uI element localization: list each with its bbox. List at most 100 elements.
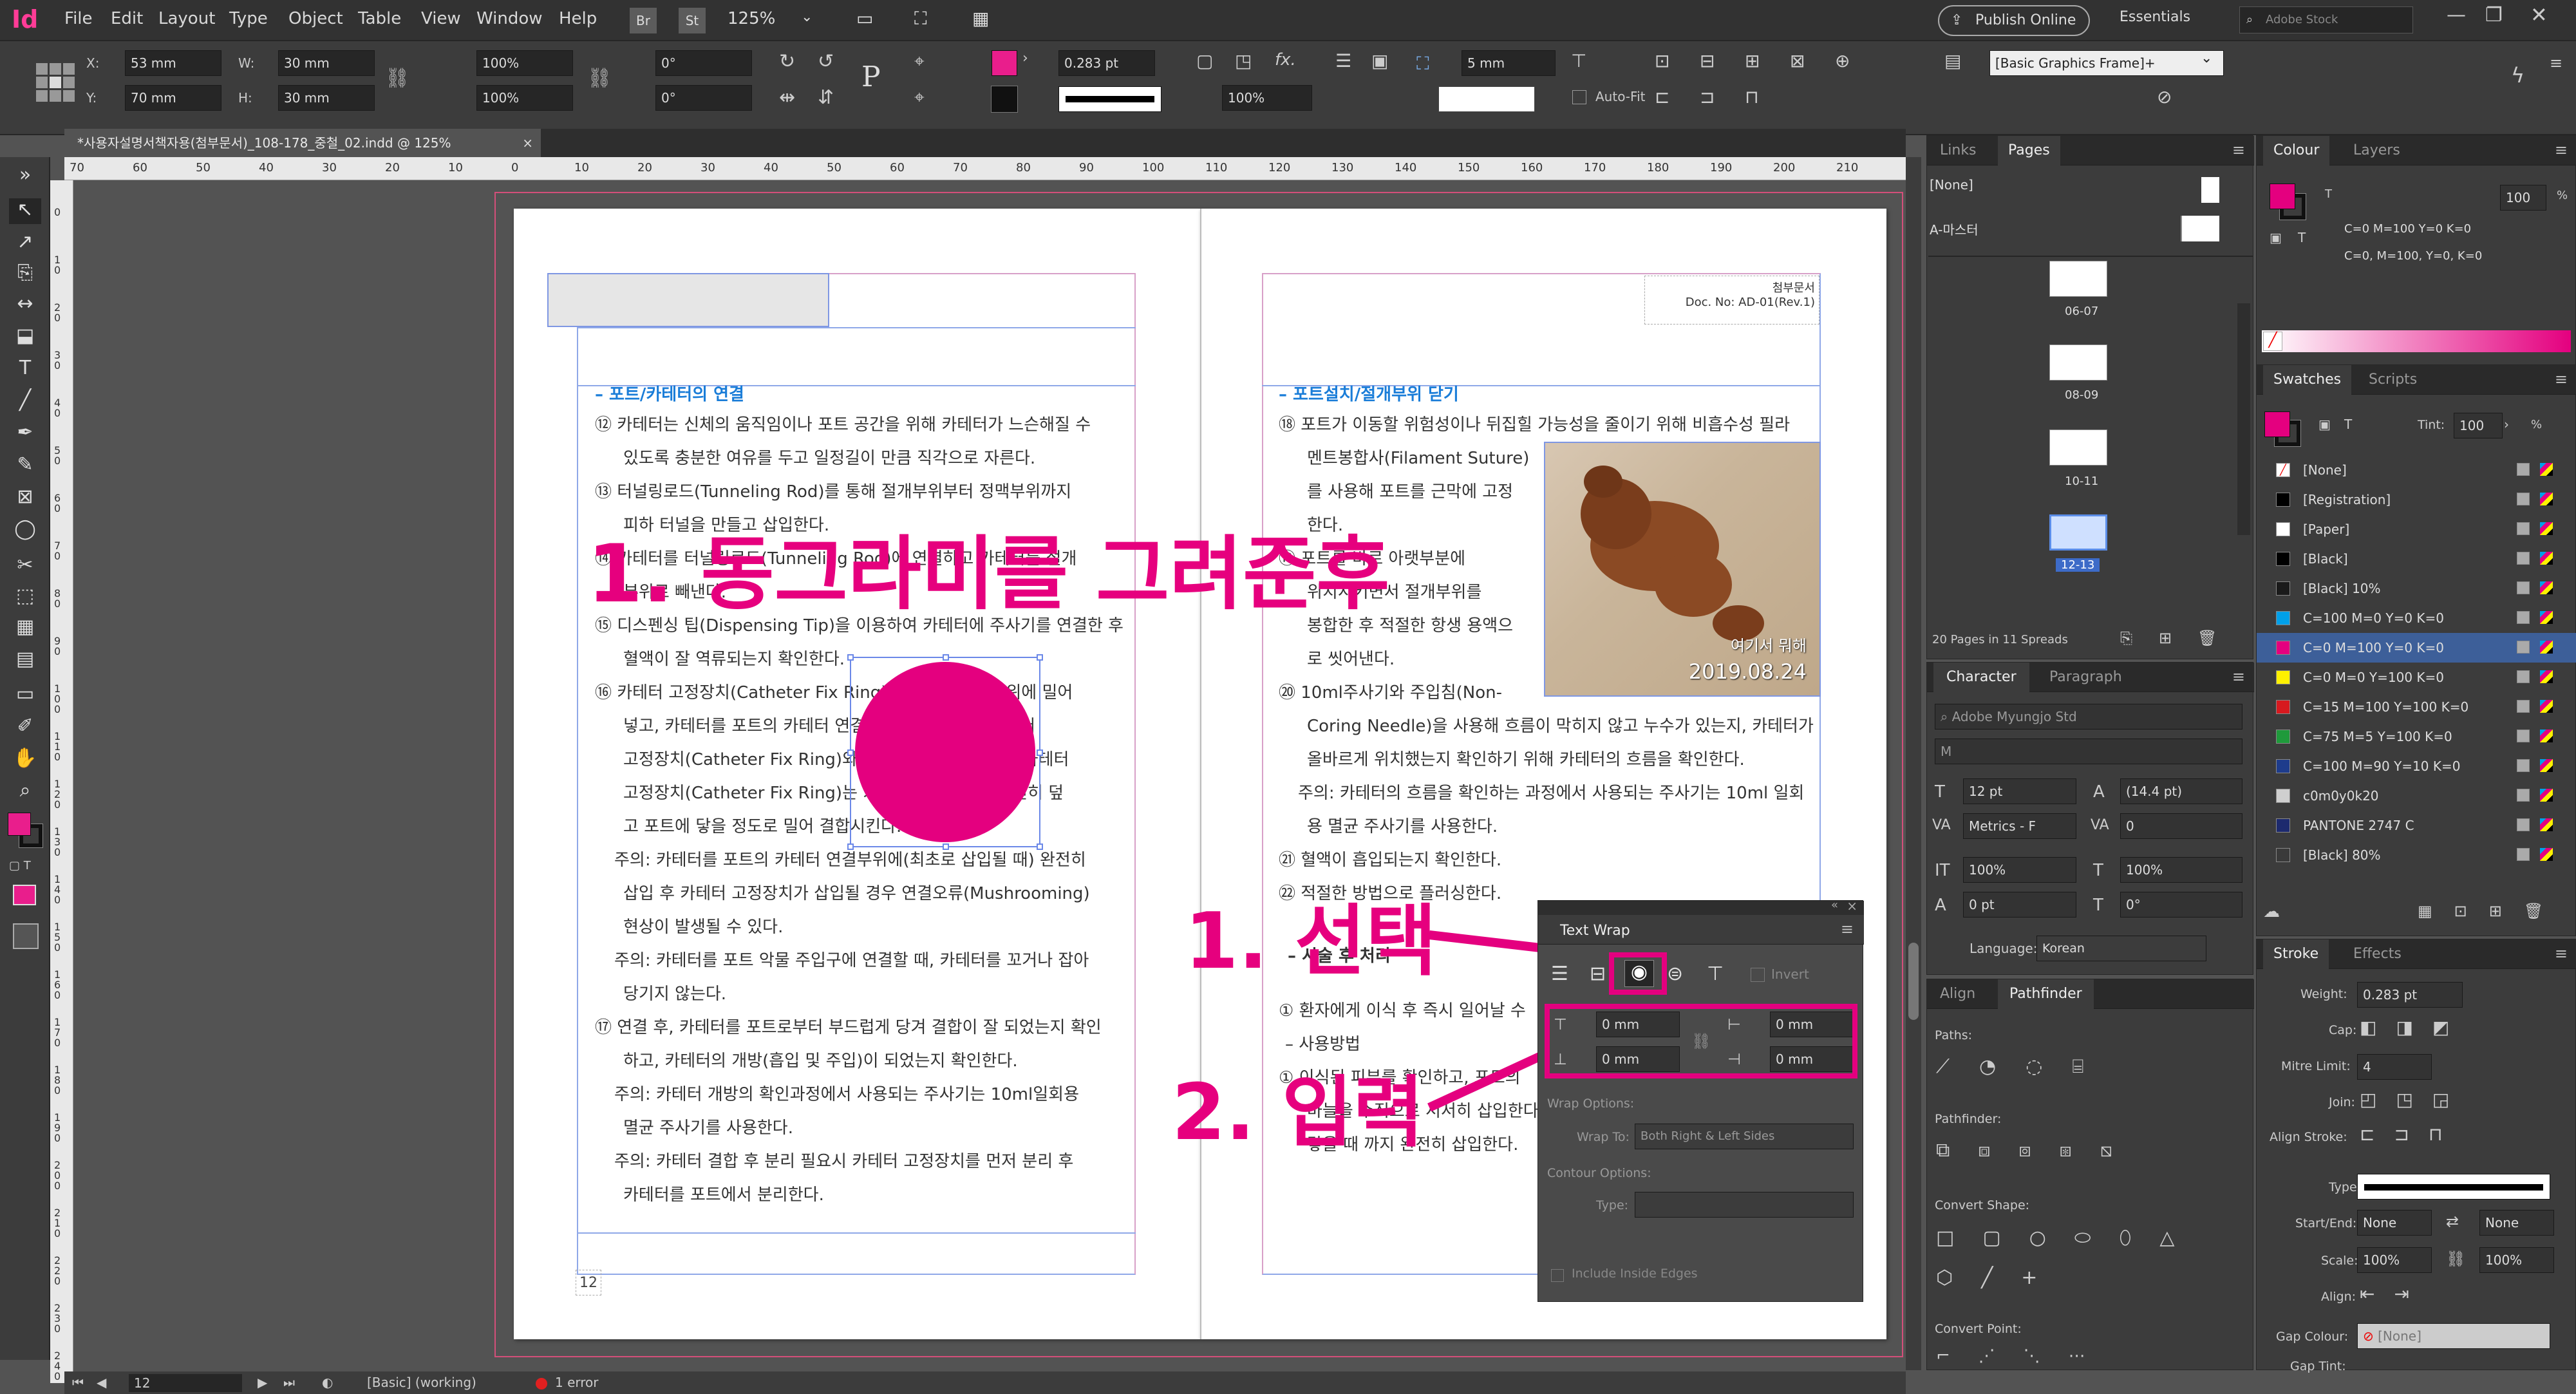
gap-colour-select[interactable]: ⊘ [None]	[2357, 1323, 2550, 1349]
tab-align[interactable]: Align	[1940, 979, 1975, 1009]
jump-next-column-icon[interactable]: ⊤	[1707, 963, 1724, 985]
swatch-text-icon[interactable]: T	[2344, 417, 2352, 432]
tab-character[interactable]: Character	[1933, 663, 2029, 692]
swatch-row[interactable]: C=75 M=5 Y=100 K=0	[2257, 722, 2576, 751]
tab-effects[interactable]: Effects	[2353, 939, 2402, 969]
first-page-icon[interactable]: ⏮	[72, 1371, 84, 1394]
vertical-scale-field[interactable]: 100%	[1963, 857, 2076, 883]
tab-scripts[interactable]: Scripts	[2369, 365, 2417, 395]
swatch-fill-indicator[interactable]	[2264, 411, 2290, 437]
error-count[interactable]: 1 error	[555, 1371, 599, 1394]
weight-field[interactable]: 0.283 pt	[2357, 982, 2463, 1008]
stroke-type-select[interactable]	[2357, 1174, 2550, 1200]
apply-to-container-icon[interactable]: ▣	[2270, 230, 2282, 245]
align-stroke-buttons[interactable]: ⊏⊐⊓	[2360, 1124, 2462, 1145]
tab-paragraph[interactable]: Paragraph	[2049, 663, 2122, 692]
tab-pathfinder[interactable]: Pathfinder	[1998, 979, 2094, 1009]
spread-10-11-thumb[interactable]	[2049, 429, 2107, 466]
mitre-field[interactable]: 4	[2357, 1054, 2432, 1080]
language-select[interactable]: Korean	[2036, 936, 2206, 961]
swatch-row[interactable]: [Registration]	[2257, 485, 2576, 514]
swatch-footer-buttons[interactable]: ▦⊡⊞🗑	[2418, 902, 2565, 920]
kerning-field[interactable]: Metrics - F	[1963, 813, 2076, 839]
pathfinder-buttons[interactable]: ⧉⧈⧇⧆⧅	[1936, 1139, 2141, 1162]
cc-libraries-icon[interactable]: ☁	[2263, 902, 2280, 921]
horizontal-scale-field[interactable]: 100%	[2120, 857, 2242, 883]
edit-page-size-icon[interactable]: ⎘	[2120, 629, 2132, 647]
swatch-row[interactable]: C=100 M=90 Y=10 K=0	[2257, 751, 2576, 781]
none-master-thumb[interactable]	[2201, 177, 2219, 203]
path-buttons[interactable]: ⟋◔◌⌸	[1936, 1055, 2113, 1078]
close-panel-icon[interactable]: ×	[1847, 898, 1857, 914]
fill-color-icon[interactable]	[8, 813, 31, 836]
pages-scrollbar[interactable]	[2237, 303, 2250, 535]
spread-12-13-thumb[interactable]	[2049, 514, 2107, 551]
tab-swatches[interactable]: Swatches	[2263, 365, 2352, 395]
jump-object-icon[interactable]: ⊜	[1667, 963, 1683, 985]
convert-shape-buttons-2[interactable]: ⬡╱+	[1936, 1267, 2065, 1289]
contour-type-select[interactable]	[1635, 1192, 1854, 1218]
swatch-row[interactable]: [Paper]	[2257, 514, 2576, 544]
wrap-bounding-box-icon[interactable]: ⊟	[1590, 963, 1606, 985]
tab-layers[interactable]: Layers	[2353, 136, 2400, 165]
page-number-field[interactable]: 12	[129, 1374, 242, 1392]
swatch-row[interactable]: PANTONE 2747 C	[2257, 811, 2576, 840]
stroke-menu-icon[interactable]: ≡	[2555, 945, 2568, 963]
scale-start-field[interactable]: 100%	[2357, 1247, 2432, 1273]
end-select[interactable]: None	[2479, 1210, 2554, 1236]
spread-08-09-thumb[interactable]	[2049, 344, 2107, 381]
panel-grip[interactable]: « ×	[1538, 898, 1864, 915]
next-page-icon[interactable]: ▶	[258, 1371, 267, 1394]
swatch-tint-dropdown-icon[interactable]: ›	[2504, 417, 2509, 432]
baseline-shift-field[interactable]: 0 pt	[1963, 892, 2076, 918]
vertical-scrollbar[interactable]	[1906, 157, 1921, 1370]
colour-fill-swatch[interactable]	[2270, 184, 2295, 209]
spread-06-07-thumb[interactable]	[2049, 261, 2107, 297]
new-page-icon[interactable]: ⊞	[2159, 629, 2172, 647]
swap-arrowheads-icon[interactable]: ⇄	[2446, 1212, 2459, 1230]
wrap-to-select[interactable]: Both Right & Left Sides	[1635, 1124, 1854, 1149]
scrollbar-thumb[interactable]	[1908, 943, 1919, 1020]
font-size-field[interactable]: 12 pt	[1963, 778, 2076, 804]
include-edges-checkbox[interactable]	[1551, 1269, 1564, 1282]
colour-ramp[interactable]	[2262, 330, 2571, 352]
tracking-field[interactable]: 0	[2120, 813, 2242, 839]
last-page-icon[interactable]: ⏭	[283, 1371, 295, 1394]
swatch-row[interactable]: C=100 M=0 Y=0 K=0	[2257, 603, 2576, 633]
tab-pages[interactable]: Pages	[1998, 136, 2060, 165]
tab-colour[interactable]: Colour	[2263, 136, 2330, 165]
prev-page-icon[interactable]: ◀	[97, 1371, 106, 1394]
preflight-profile[interactable]: [Basic] (working)	[367, 1371, 476, 1394]
delete-page-icon[interactable]: 🗑	[2197, 629, 2217, 647]
apply-to-text-icon[interactable]: T	[2298, 230, 2306, 245]
swatches-menu-icon[interactable]: ≡	[2555, 370, 2568, 388]
link-scale-icon[interactable]: ⛓	[2446, 1250, 2465, 1268]
cap-buttons[interactable]: ◧◨◩	[2360, 1017, 2468, 1038]
swatch-row[interactable]: C=15 M=100 Y=100 K=0	[2257, 692, 2576, 722]
tab-stroke[interactable]: Stroke	[2263, 939, 2329, 969]
a-master-thumb[interactable]	[2181, 216, 2219, 241]
swatch-row[interactable]: c0m0y0k20	[2257, 781, 2576, 811]
panel-menu-icon[interactable]: ≡	[1841, 920, 1854, 938]
a-master[interactable]: A-마스터	[1930, 220, 1979, 238]
swatch-row[interactable]: ╱ [None]	[2257, 455, 2576, 485]
swatch-row[interactable]: [Black] 10%	[2257, 574, 2576, 603]
pages-menu-icon[interactable]: ≡	[2232, 141, 2245, 159]
no-text-wrap-icon[interactable]: ☰	[1551, 963, 1568, 985]
scale-end-field[interactable]: 100%	[2479, 1247, 2554, 1273]
collapse-panel-icon[interactable]: «	[1831, 898, 1838, 912]
colour-menu-icon[interactable]: ≡	[2555, 141, 2568, 159]
swatch-tint-field[interactable]: 100	[2454, 413, 2503, 438]
join-buttons[interactable]: ◰◳◲	[2360, 1089, 2468, 1110]
align-arrow-buttons[interactable]: ⇤⇥	[2360, 1283, 2429, 1305]
swatch-row[interactable]: [Black]	[2257, 544, 2576, 574]
leading-field[interactable]: (14.4 pt)	[2120, 778, 2242, 804]
swatch-container-icon[interactable]: ▣	[2318, 417, 2331, 432]
convert-shape-buttons[interactable]: □▢○⬭⬯△	[1936, 1227, 2203, 1249]
start-select[interactable]: None	[2357, 1210, 2432, 1236]
convert-point-buttons[interactable]: ⌐⋰⋱⋯	[1936, 1346, 2114, 1366]
tab-links[interactable]: Links	[1940, 136, 1977, 165]
font-family-field[interactable]: ⌕ Adobe Myungjo Std	[1935, 704, 2242, 730]
text-wrap-panel[interactable]: « × Text Wrap ≡ ☰ ⊟ ◉ ⊜ ⊤ Invert ⊤ 0 mm …	[1537, 898, 1864, 1302]
swatch-row[interactable]: C=0 M=100 Y=0 K=0	[2257, 633, 2576, 663]
